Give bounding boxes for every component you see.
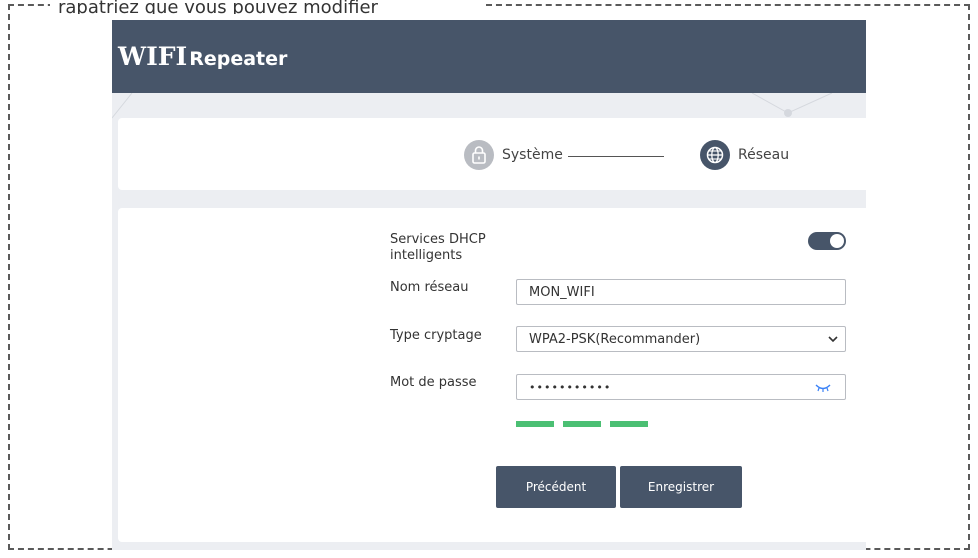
encryption-label: Type cryptage	[390, 328, 482, 343]
toggle-knob	[830, 234, 844, 248]
lock-icon	[464, 140, 494, 170]
password-strength-bar	[563, 421, 601, 427]
brand-main: WIFI	[118, 42, 188, 71]
password-label: Mot de passe	[390, 375, 477, 390]
save-button[interactable]: Enregistrer	[620, 466, 742, 508]
network-name-label: Nom réseau	[390, 280, 469, 295]
network-name-input[interactable]: MON_WIFI	[516, 279, 846, 305]
brand-sub: Repeater	[189, 48, 288, 70]
chevron-down-icon	[828, 336, 838, 343]
app-header: WIFI Repeater	[112, 20, 866, 93]
cut-caption: rapatriez que vous pouvez modifier	[50, 0, 486, 14]
step-network-label: Réseau	[738, 147, 790, 163]
password-strength-bar	[610, 421, 648, 427]
brand-logo: WIFI Repeater	[118, 42, 287, 71]
previous-button[interactable]: Précédent	[496, 466, 616, 508]
step-connector	[568, 156, 664, 157]
password-input[interactable]: •••••••••••	[516, 374, 846, 400]
eye-closed-icon[interactable]	[815, 383, 831, 393]
wifi-repeater-app: WIFI Repeater Système Réseau Services DH…	[112, 20, 866, 550]
globe-icon	[700, 140, 730, 170]
step-system[interactable]: Système	[464, 140, 563, 170]
step-system-label: Système	[502, 147, 563, 163]
dhcp-label: Services DHCP intelligents	[390, 232, 486, 263]
dhcp-toggle[interactable]	[808, 232, 846, 250]
network-form: Services DHCP intelligents Nom réseau MO…	[118, 208, 866, 542]
encryption-select[interactable]: WPA2-PSK(Recommander)	[516, 326, 846, 352]
step-network[interactable]: Réseau	[700, 140, 789, 170]
steps-card: Système Réseau	[118, 118, 866, 190]
password-strength-bar	[516, 421, 554, 427]
